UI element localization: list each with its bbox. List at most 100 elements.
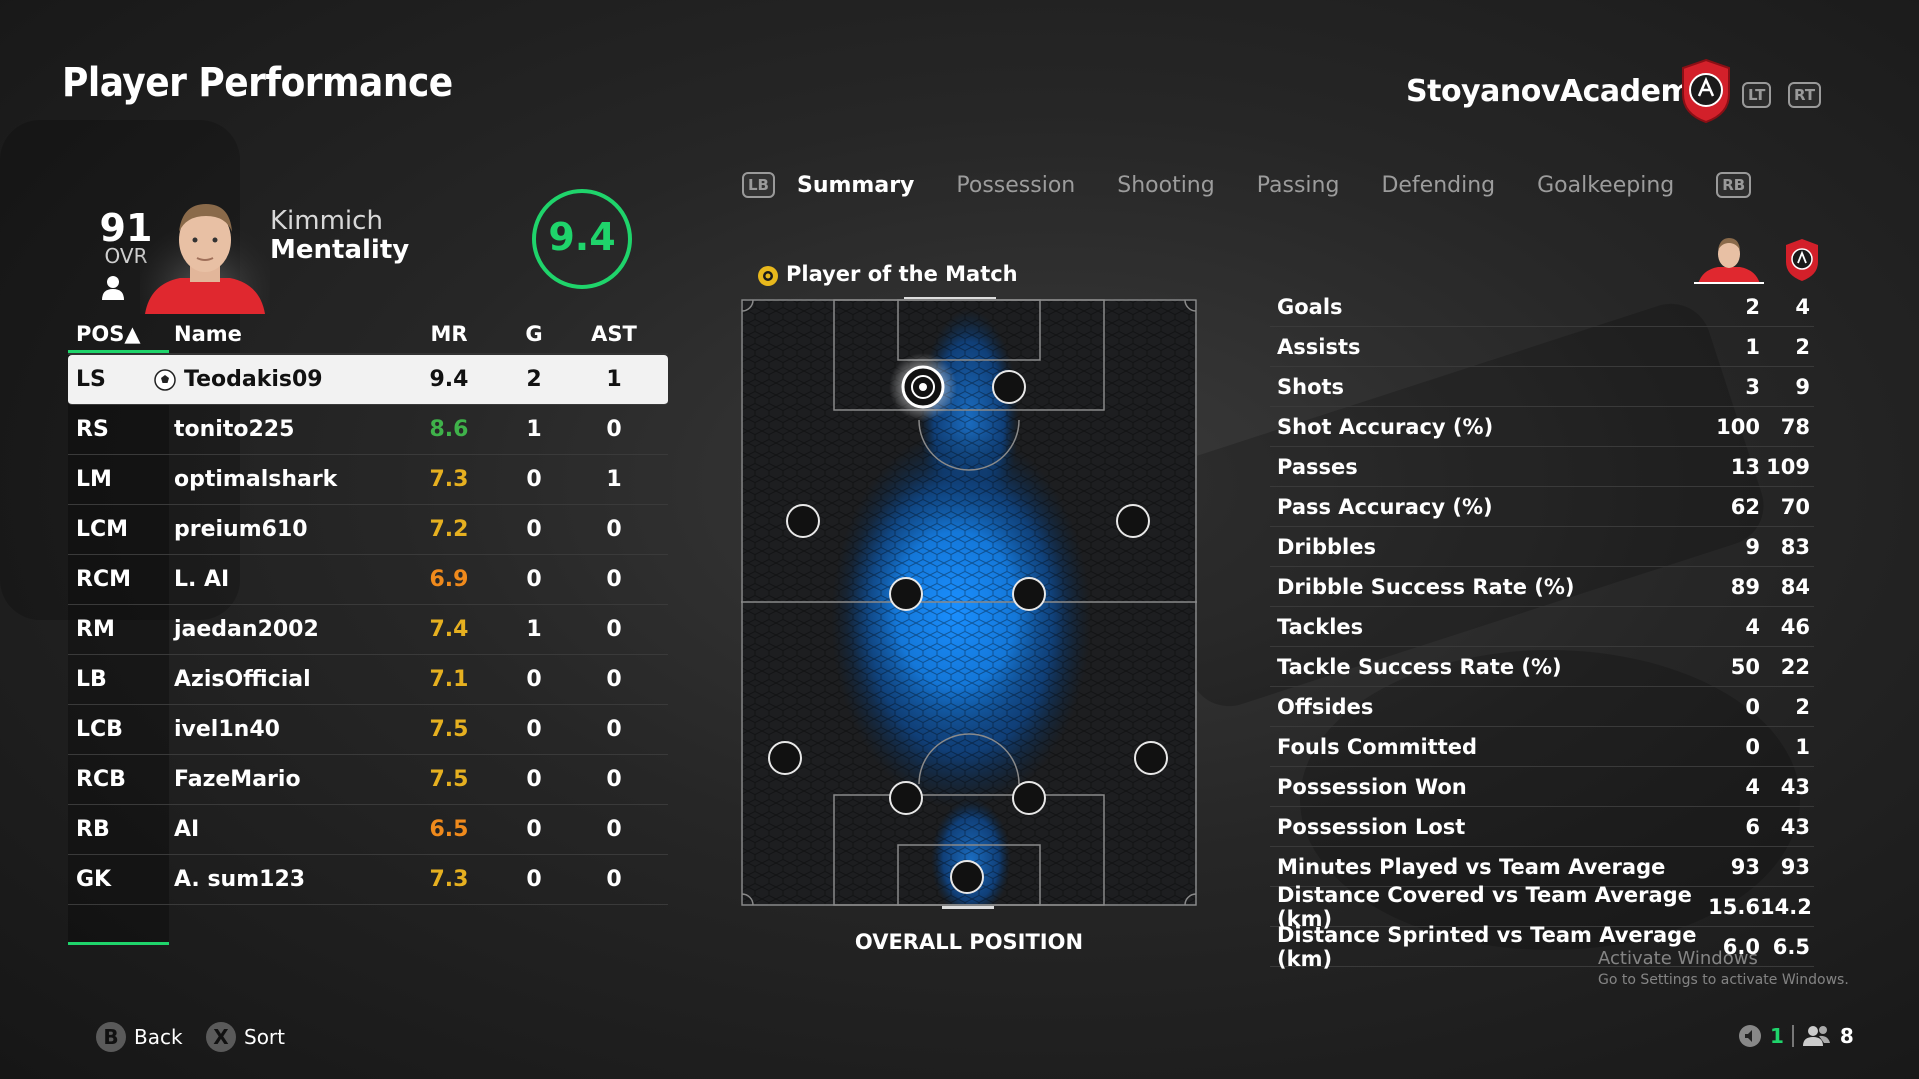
cell-ast: 1 — [606, 367, 622, 392]
tab-summary[interactable]: Summary — [797, 173, 914, 198]
lt-button[interactable]: LT — [1742, 82, 1772, 108]
header-ast[interactable]: AST — [574, 322, 654, 346]
cell-name-text: AI — [174, 817, 200, 842]
cell-mr: 7.2 — [429, 517, 469, 542]
pitch-caption: OVERALL POSITION — [854, 930, 1084, 954]
cell-name-text: Teodakis09 — [184, 367, 323, 392]
stat-player-value: 6 — [1745, 814, 1760, 839]
cell-name: Teodakis09 — [154, 367, 404, 392]
stat-player-value: 13 — [1730, 454, 1760, 479]
cell-ast: 0 — [606, 817, 622, 842]
cell-name-text: preium610 — [174, 517, 308, 542]
cell-g: 0 — [526, 717, 542, 742]
cell-name: optimalshark — [164, 467, 404, 492]
table-row[interactable]: LM optimalshark 7.3 0 1 — [68, 455, 668, 505]
cell-pos: LM — [76, 467, 112, 492]
table-header: POS▲ Name MR G AST — [68, 315, 668, 355]
stats-table: Goals 2 4 Assists 1 2 Shots 3 9 Shot Accuracy (%)… — [1270, 287, 1814, 971]
cell-pos: RB — [76, 817, 110, 842]
rb-button[interactable]: RB — [1716, 172, 1752, 198]
cell-mr: 7.4 — [429, 617, 469, 642]
stat-label: Assists — [1277, 334, 1361, 359]
tab-bar: LB Summary Possession Shooting Passing D… — [742, 172, 1752, 198]
players-count: 8 — [1839, 1024, 1854, 1048]
cell-mr: 7.5 — [429, 717, 469, 742]
sort-button[interactable]: X Sort — [206, 1022, 285, 1052]
cell-mr: 7.5 — [429, 767, 469, 792]
tab-possession[interactable]: Possession — [956, 173, 1075, 198]
stat-label: Shots — [1277, 374, 1345, 399]
stat-team-value: 2 — [1795, 334, 1810, 359]
table-row[interactable]: RS tonito225 8.6 1 0 — [68, 405, 668, 455]
match-rating: 9.4 — [548, 215, 616, 259]
stat-player-value: 100 — [1716, 414, 1760, 439]
stat-row: Possession Won 4 43 — [1270, 767, 1814, 807]
table-row[interactable]: RCM L. AI 6.9 0 0 — [68, 555, 668, 605]
stat-label: Dribble Success Rate (%) — [1277, 574, 1575, 599]
cell-pos: LCM — [76, 517, 129, 542]
stat-row: Goals 2 4 — [1270, 287, 1814, 327]
cell-name-text: jaedan2002 — [174, 617, 319, 642]
cell-name: L. AI — [164, 567, 404, 592]
tab-goalkeeping[interactable]: Goalkeeping — [1537, 173, 1674, 198]
table-row[interactable]: LS Teodakis09 9.4 2 1 — [68, 355, 668, 405]
table-row[interactable]: LCM preium610 7.2 0 0 — [68, 505, 668, 555]
cell-pos: RS — [76, 417, 109, 442]
tab-shooting[interactable]: Shooting — [1117, 173, 1214, 198]
stat-row: Tackles 4 46 — [1270, 607, 1814, 647]
b-button-icon: B — [96, 1022, 126, 1052]
cell-name: preium610 — [164, 517, 404, 542]
cell-name: A. sum123 — [164, 867, 404, 892]
table-row[interactable]: RB AI 6.5 0 0 — [68, 805, 668, 855]
lb-button[interactable]: LB — [742, 172, 775, 198]
table-row[interactable]: LCB ivel1n40 7.5 0 0 — [68, 705, 668, 755]
table-row[interactable]: LB AzisOfficial 7.1 0 0 — [68, 655, 668, 705]
stat-team-value: 93 — [1780, 854, 1810, 879]
header-mr[interactable]: MR — [404, 322, 494, 346]
cell-ast: 0 — [606, 867, 622, 892]
rt-button[interactable]: RT — [1788, 82, 1822, 108]
cell-ast: 0 — [606, 417, 622, 442]
pitch-bottom-marker — [942, 906, 994, 909]
cell-name-text: AzisOfficial — [174, 667, 311, 692]
cell-g: 1 — [526, 417, 542, 442]
stat-row: Possession Lost 6 43 — [1270, 807, 1814, 847]
stat-team-value: 4 — [1795, 294, 1810, 319]
back-button[interactable]: B Back — [96, 1022, 183, 1052]
cell-name: ivel1n40 — [164, 717, 404, 742]
table-row[interactable]: RM jaedan2002 7.4 1 0 — [68, 605, 668, 655]
stat-player-value: 9 — [1745, 534, 1760, 559]
cell-mr: 7.1 — [429, 667, 469, 692]
tab-defending[interactable]: Defending — [1381, 173, 1495, 198]
pitch-heatmap — [741, 299, 1197, 906]
cell-g: 2 — [526, 367, 542, 392]
cell-pos: RM — [76, 617, 115, 642]
cell-pos: LB — [76, 667, 107, 692]
cell-ast: 0 — [606, 767, 622, 792]
back-label: Back — [134, 1025, 183, 1049]
cell-name: AzisOfficial — [164, 667, 404, 692]
footer-divider — [1791, 1025, 1794, 1047]
cell-g: 0 — [526, 667, 542, 692]
speaker-icon — [1739, 1025, 1761, 1047]
stat-label: Possession Lost — [1277, 814, 1466, 839]
cell-g: 0 — [526, 467, 542, 492]
table-row[interactable]: RCB FazeMario 7.5 0 0 — [68, 755, 668, 805]
tab-passing[interactable]: Passing — [1257, 173, 1340, 198]
cell-g: 0 — [526, 567, 542, 592]
table-row[interactable]: GK A. sum123 7.3 0 0 — [68, 855, 668, 905]
cell-name-text: tonito225 — [174, 417, 295, 442]
cell-name: tonito225 — [164, 417, 404, 442]
stat-player-value: 4 — [1745, 614, 1760, 639]
header-name[interactable]: Name — [164, 322, 404, 346]
header-g[interactable]: G — [494, 322, 574, 346]
stat-player-value: 4 — [1745, 774, 1760, 799]
page-title: Player Performance — [62, 60, 453, 106]
header-pos[interactable]: POS▲ — [68, 322, 164, 346]
cell-ast: 1 — [606, 467, 622, 492]
cell-ast: 0 — [606, 567, 622, 592]
stat-team-value: 43 — [1780, 774, 1810, 799]
club-crest-icon — [1682, 58, 1730, 124]
cell-mr: 6.9 — [429, 567, 469, 592]
cell-mr: 9.4 — [429, 367, 469, 392]
